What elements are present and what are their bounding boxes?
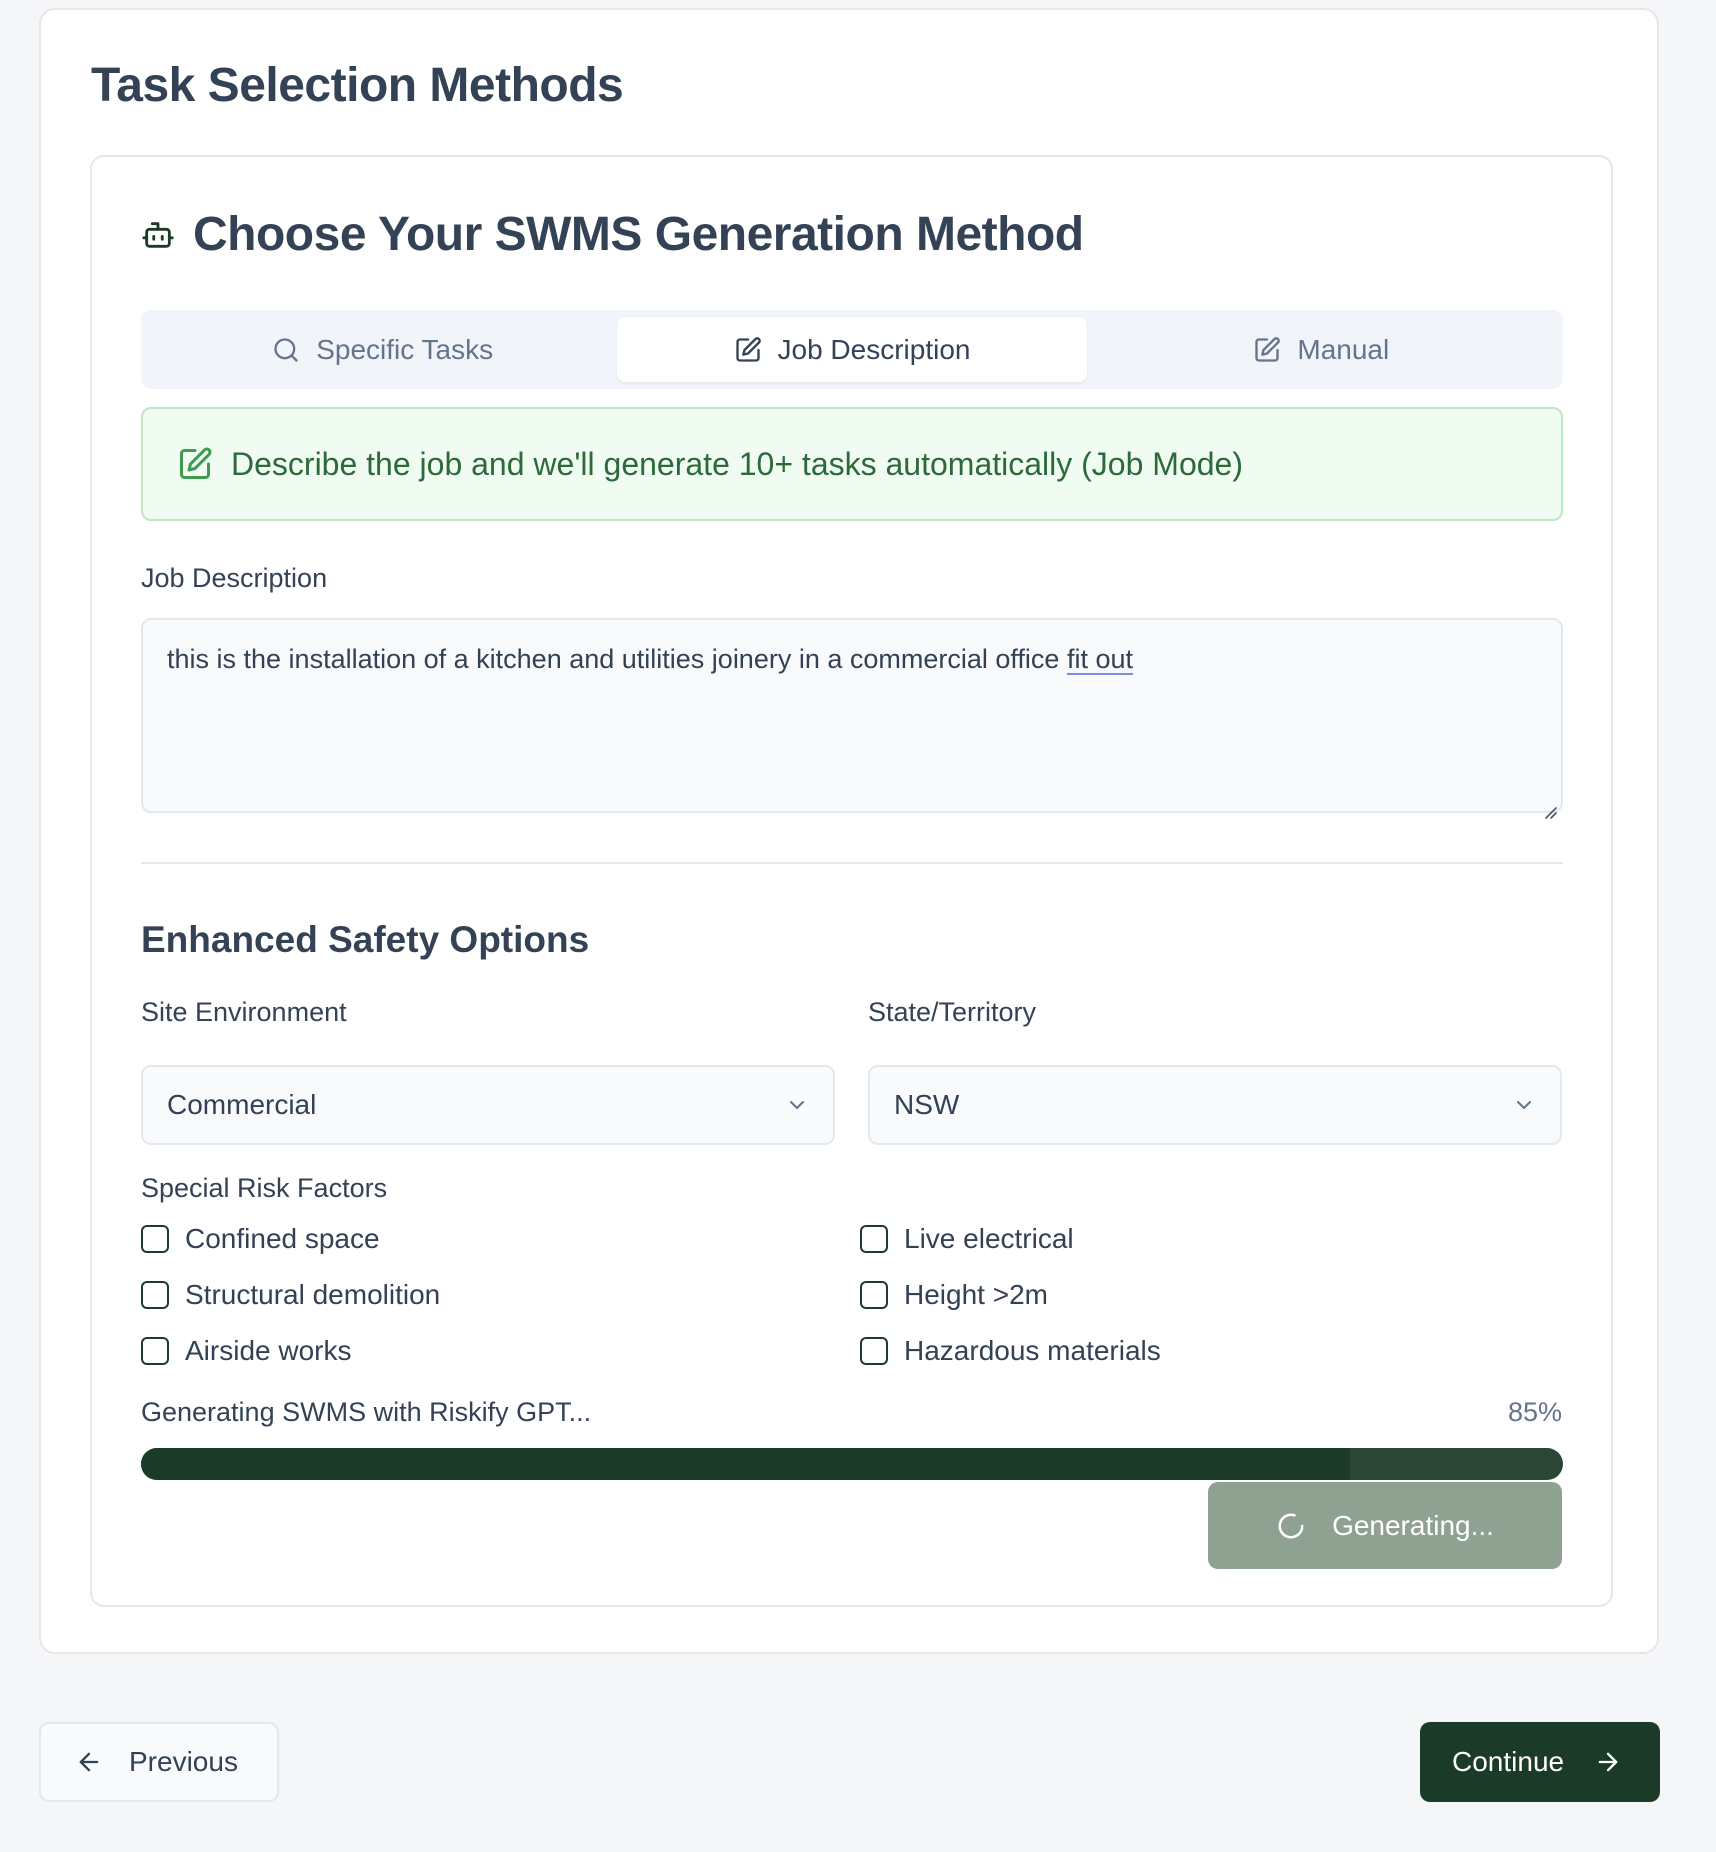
loading-spinner-icon <box>1276 1511 1306 1541</box>
progress-percent: 85% <box>1507 1397 1562 1427</box>
search-icon <box>272 336 300 364</box>
method-tabs: Specific Tasks Job Description Manual <box>141 310 1563 389</box>
state-territory-value: NSW <box>894 1089 960 1120</box>
tab-label: Job Description <box>777 333 971 365</box>
resize-handle-icon[interactable] <box>1543 793 1557 819</box>
continue-button-label: Continue <box>1452 1746 1565 1777</box>
spellcheck-underlined-text: fit out <box>1066 644 1133 674</box>
generate-button-label: Generating... <box>1332 1509 1494 1541</box>
banner-text: Describe the job and we'll generate 10+ … <box>231 445 1243 482</box>
site-environment-select[interactable]: Commercial <box>141 1065 835 1145</box>
risk-factor-height[interactable]: Height >2m <box>860 1279 1048 1311</box>
task-selection-card: Task Selection Methods Choose Your SWMS … <box>39 8 1659 1654</box>
generation-method-card: Choose Your SWMS Generation Method Speci… <box>90 155 1613 1607</box>
site-environment-label: Site Environment <box>141 997 347 1027</box>
checkbox-label: Airside works <box>185 1335 352 1366</box>
risk-factor-confined-space[interactable]: Confined space <box>141 1223 380 1255</box>
edit-icon <box>177 446 213 482</box>
risk-factor-live-electrical[interactable]: Live electrical <box>860 1223 1074 1255</box>
previous-button[interactable]: Previous <box>39 1722 279 1802</box>
progress-label: Generating SWMS with Riskify GPT... <box>141 1397 592 1427</box>
job-description-text: this is the installation of a kitchen an… <box>167 644 1067 674</box>
bot-icon <box>141 218 175 252</box>
continue-button[interactable]: Continue <box>1420 1722 1660 1802</box>
chevron-down-icon <box>1512 1093 1536 1117</box>
tab-label: Manual <box>1297 333 1390 365</box>
checkbox[interactable] <box>141 1281 169 1309</box>
job-description-textarea[interactable]: this is the installation of a kitchen an… <box>141 618 1563 819</box>
job-description-label: Job Description <box>141 563 328 593</box>
arrow-right-icon <box>1594 1748 1622 1776</box>
progress-fill <box>141 1448 1350 1480</box>
checkbox[interactable] <box>141 1337 169 1365</box>
section-title: Choose Your SWMS Generation Method <box>193 208 1084 261</box>
checkbox-label: Height >2m <box>904 1279 1048 1310</box>
checkbox-label: Structural demolition <box>185 1279 441 1310</box>
tab-manual[interactable]: Manual <box>1087 317 1556 382</box>
risk-factor-structural-demolition[interactable]: Structural demolition <box>141 1279 440 1311</box>
checkbox-label: Hazardous materials <box>904 1335 1161 1366</box>
checkbox-label: Confined space <box>185 1223 380 1254</box>
checkbox[interactable] <box>141 1225 169 1253</box>
risk-factors-label: Special Risk Factors <box>141 1173 388 1203</box>
chevron-down-icon <box>785 1093 809 1117</box>
safety-options-heading: Enhanced Safety Options <box>141 919 590 960</box>
checkbox-label: Live electrical <box>904 1223 1074 1254</box>
state-territory-label: State/Territory <box>868 997 1037 1027</box>
section-divider <box>141 862 1563 864</box>
edit-icon <box>1253 336 1281 364</box>
progress-bar <box>141 1448 1563 1480</box>
generate-button[interactable]: Generating... <box>1208 1482 1562 1569</box>
checkbox[interactable] <box>860 1225 888 1253</box>
page-title: Task Selection Methods <box>91 59 624 112</box>
checkbox[interactable] <box>860 1337 888 1365</box>
arrow-left-icon <box>75 1748 103 1776</box>
edit-icon <box>734 336 762 364</box>
risk-factor-hazardous-materials[interactable]: Hazardous materials <box>860 1335 1161 1367</box>
site-environment-value: Commercial <box>167 1089 317 1120</box>
tab-label: Specific Tasks <box>316 333 494 365</box>
tab-specific-tasks[interactable]: Specific Tasks <box>148 317 617 382</box>
checkbox[interactable] <box>860 1281 888 1309</box>
previous-button-label: Previous <box>129 1746 238 1777</box>
state-territory-select[interactable]: NSW <box>868 1065 1562 1145</box>
tab-job-description[interactable]: Job Description <box>617 317 1087 382</box>
job-mode-banner: Describe the job and we'll generate 10+ … <box>141 407 1563 521</box>
risk-factor-airside-works[interactable]: Airside works <box>141 1335 351 1367</box>
section-heading: Choose Your SWMS Generation Method <box>141 207 1084 262</box>
